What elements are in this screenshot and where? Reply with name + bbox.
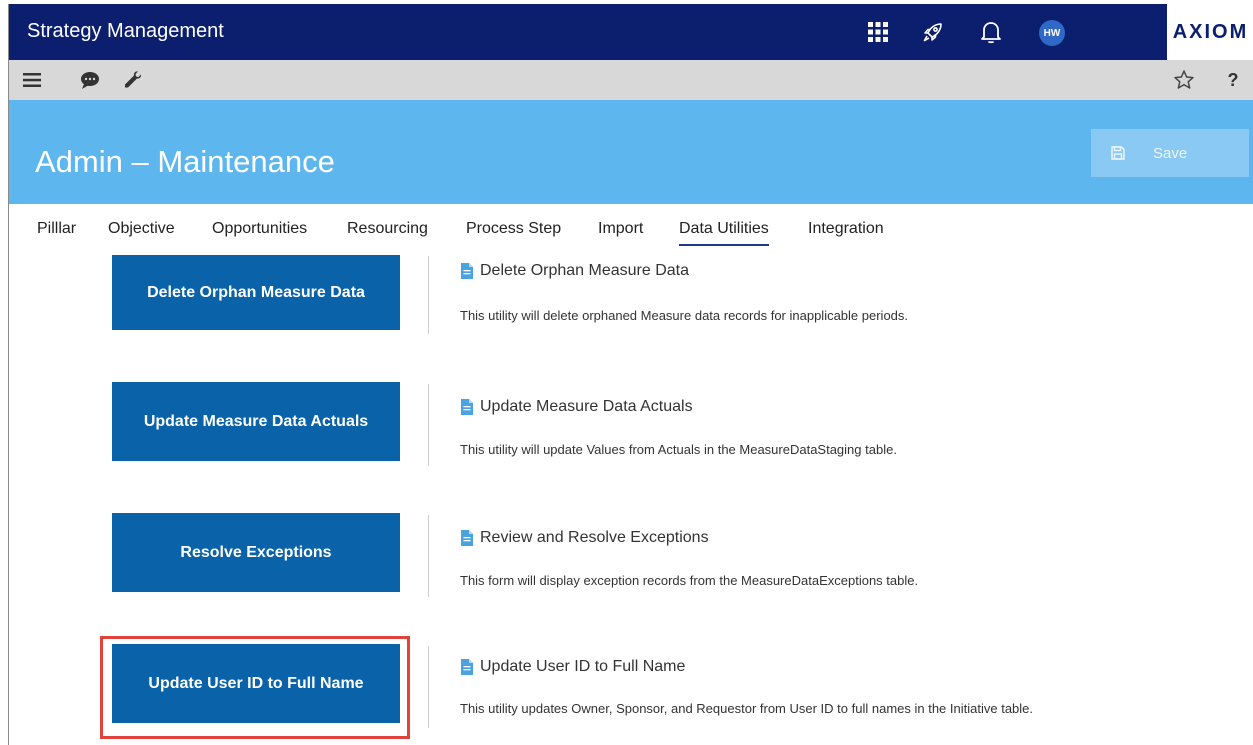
tab-import[interactable]: Import bbox=[598, 220, 643, 244]
document-icon bbox=[460, 530, 474, 546]
tab-objective[interactable]: Objective bbox=[108, 220, 175, 244]
utility-title: Review and Resolve Exceptions bbox=[460, 529, 709, 547]
update-measure-data-actuals-button[interactable]: Update Measure Data Actuals bbox=[112, 382, 400, 461]
divider bbox=[428, 256, 429, 334]
divider bbox=[428, 515, 429, 597]
tab-pillar[interactable]: Pilllar bbox=[37, 220, 76, 244]
utility-title: Update Measure Data Actuals bbox=[460, 398, 693, 416]
resolve-exceptions-button[interactable]: Resolve Exceptions bbox=[112, 513, 400, 592]
wrench-icon[interactable] bbox=[121, 68, 145, 92]
utility-title-text: Update Measure Data Actuals bbox=[480, 398, 693, 415]
tab-bar: Pilllar Objective Opportunities Resourci… bbox=[9, 204, 1253, 256]
menu-icon[interactable] bbox=[21, 68, 45, 92]
document-icon bbox=[460, 399, 474, 415]
tab-opportunities[interactable]: Opportunities bbox=[212, 220, 307, 244]
page-title: Admin – Maintenance bbox=[35, 144, 335, 179]
document-icon bbox=[460, 659, 474, 675]
utility-description: This form will display exception records… bbox=[460, 573, 919, 588]
tab-data-utilities[interactable]: Data Utilities bbox=[679, 220, 769, 246]
utility-description: This utility updates Owner, Sponsor, and… bbox=[460, 701, 1034, 716]
bell-icon[interactable] bbox=[977, 18, 1005, 46]
utility-title-text: Delete Orphan Measure Data bbox=[480, 262, 689, 279]
update-user-id-to-full-name-button[interactable]: Update User ID to Full Name bbox=[112, 644, 400, 723]
brand-logo: AXIOM bbox=[1165, 4, 1253, 60]
page-header: Admin – Maintenance Save bbox=[9, 100, 1253, 204]
delete-orphan-measure-data-button[interactable]: Delete Orphan Measure Data bbox=[112, 255, 400, 330]
top-bar: Strategy Management HW AXIOM bbox=[9, 4, 1253, 60]
app-window: Strategy Management HW AXIOM ? Admin – M… bbox=[8, 4, 1253, 745]
help-icon[interactable]: ? bbox=[1221, 68, 1245, 92]
utility-title-text: Update User ID to Full Name bbox=[480, 658, 686, 675]
save-disk-icon bbox=[1111, 146, 1125, 160]
tab-integration[interactable]: Integration bbox=[808, 220, 884, 244]
utilities-list: Delete Orphan Measure Data Delete Orphan… bbox=[9, 255, 1253, 745]
save-label: Save bbox=[1153, 144, 1188, 162]
utility-description: This utility will delete orphaned Measur… bbox=[460, 308, 909, 323]
apps-grid-icon[interactable] bbox=[864, 18, 892, 46]
tab-resourcing[interactable]: Resourcing bbox=[347, 220, 428, 244]
divider bbox=[428, 646, 429, 728]
chat-icon[interactable] bbox=[78, 68, 102, 92]
document-icon bbox=[460, 263, 474, 279]
star-icon[interactable] bbox=[1172, 68, 1196, 92]
user-avatar[interactable]: HW bbox=[1039, 20, 1065, 46]
tab-process-step[interactable]: Process Step bbox=[466, 220, 561, 244]
app-title: Strategy Management bbox=[27, 20, 224, 42]
utility-title: Delete Orphan Measure Data bbox=[460, 262, 689, 280]
divider bbox=[428, 384, 429, 466]
utility-description: This utility will update Values from Act… bbox=[460, 442, 897, 457]
rocket-icon[interactable] bbox=[919, 18, 947, 46]
toolbar: ? bbox=[9, 60, 1253, 100]
utility-title-text: Review and Resolve Exceptions bbox=[480, 529, 709, 546]
utility-title: Update User ID to Full Name bbox=[460, 658, 685, 676]
save-button[interactable]: Save bbox=[1091, 129, 1249, 177]
